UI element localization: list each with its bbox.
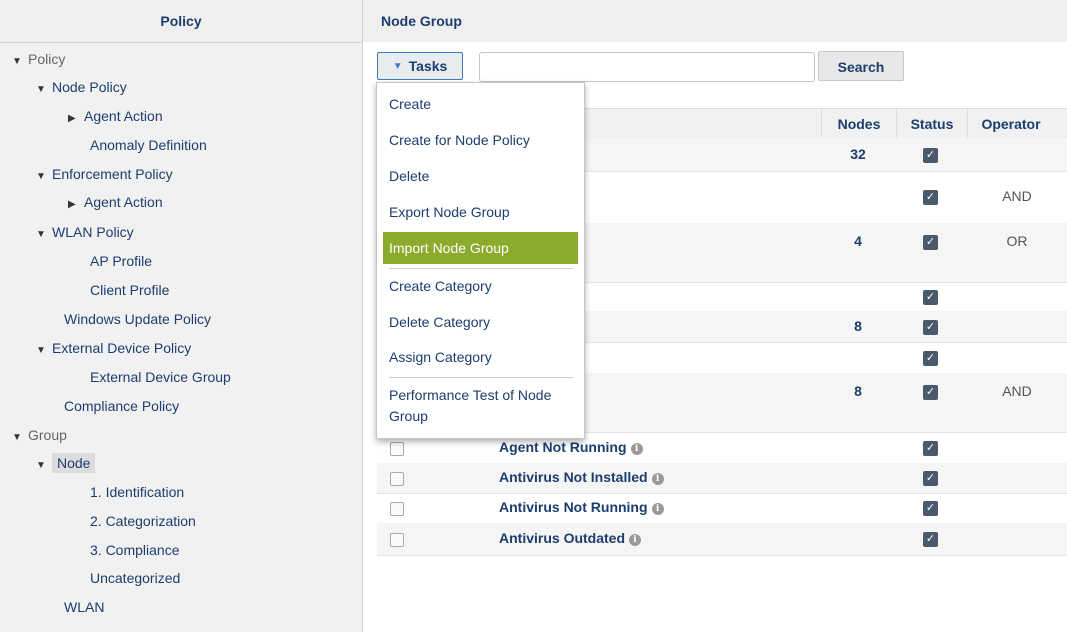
table-row[interactable]: Antivirus Outdated i ✓ [377, 523, 1067, 556]
info-icon[interactable]: i [651, 503, 664, 515]
info-icon[interactable]: i [651, 473, 664, 485]
row-name-link[interactable]: Antivirus Outdated i [499, 530, 642, 546]
tree-item-anomaly-definition[interactable]: Anomaly Definition [90, 134, 207, 156]
tree-item-policy-root[interactable]: ▼ Policy [12, 48, 65, 70]
tree-item-uncategorized[interactable]: Uncategorized [90, 567, 180, 589]
caret-down-icon[interactable]: ▼ [12, 51, 28, 73]
status-checked-icon: ✓ [923, 471, 938, 486]
tree-item-agent-action-2[interactable]: ▶ Agent Action [68, 191, 163, 213]
tree-item-ap-profile[interactable]: AP Profile [90, 250, 152, 272]
row-nodes-count[interactable]: 8 [838, 383, 878, 399]
menu-item-assign-category[interactable]: Assign Category [383, 347, 578, 368]
node-group-header: Node Group [363, 0, 1067, 43]
menu-separator [389, 268, 573, 269]
status-checked-icon: ✓ [923, 235, 938, 250]
row-name-text: Agent Not Running [499, 438, 627, 455]
row-nodes-count[interactable]: 4 [838, 233, 878, 249]
menu-item-performance-test[interactable]: Performance Test of Node Group [383, 385, 573, 427]
search-input[interactable] [479, 52, 815, 82]
tree-item-agent-action[interactable]: ▶ Agent Action [68, 105, 163, 127]
tree-item-client-profile[interactable]: Client Profile [90, 279, 169, 301]
tree-item-windows-update-policy[interactable]: Windows Update Policy [64, 308, 211, 330]
caret-down-icon: ▼ [392, 60, 403, 72]
row-operator: AND [1002, 188, 1032, 204]
row-nodes-count[interactable]: 32 [838, 146, 878, 162]
tree-item-external-device-policy[interactable]: ▼ External Device Policy [36, 337, 191, 359]
row-checkbox[interactable] [390, 441, 404, 456]
row-name-link[interactable]: Antivirus Not Running i [499, 499, 664, 515]
row-name-link[interactable]: Agent Not Running i [499, 439, 643, 455]
column-header-nodes[interactable]: Nodes [821, 109, 896, 139]
tree-item-compliance-policy[interactable]: Compliance Policy [64, 395, 179, 417]
tree-item-compliance[interactable]: 3. Compliance [90, 539, 180, 561]
tree-item-categorization[interactable]: 2. Categorization [90, 510, 196, 532]
row-checkbox[interactable] [390, 472, 404, 486]
tree-item-wlan-policy[interactable]: ▼ WLAN Policy [36, 221, 134, 243]
column-header-status[interactable]: Status [896, 109, 967, 139]
caret-down-icon[interactable]: ▼ [36, 455, 52, 477]
menu-item-create-category[interactable]: Create Category [383, 276, 578, 297]
tree-item-node[interactable]: ▼ Node [36, 452, 96, 477]
caret-down-icon[interactable]: ▼ [36, 224, 52, 246]
status-checked-icon: ✓ [923, 289, 938, 305]
info-icon[interactable]: i [629, 534, 642, 546]
menu-item-export-node-group[interactable]: Export Node Group [383, 202, 578, 223]
caret-down-icon[interactable]: ▼ [36, 79, 52, 101]
caret-down-icon[interactable]: ▼ [12, 427, 28, 449]
status-checked-icon: ✓ [923, 190, 938, 205]
menu-item-create[interactable]: Create [383, 94, 578, 115]
caret-right-icon[interactable]: ▶ [68, 194, 84, 216]
row-nodes-count[interactable]: 8 [838, 318, 878, 334]
row-name-text: Antivirus Not Running [499, 499, 648, 515]
status-checked-icon: ✓ [923, 532, 938, 547]
tree-item-group-root[interactable]: ▼ Group [12, 424, 67, 446]
menu-item-delete[interactable]: Delete [383, 166, 578, 187]
status-checked-icon: ✓ [923, 385, 938, 400]
row-operator: OR [1006, 233, 1028, 249]
menu-item-import-node-group[interactable]: Import Node Group [383, 232, 578, 264]
policy-tree-panel: Policy ▼ Policy ▼ Node Policy ▶ Agent Actio… [0, 0, 363, 632]
column-header-operator[interactable]: Operator [967, 109, 1054, 139]
status-checked-icon: ✓ [923, 501, 938, 516]
tree-item-external-device-group[interactable]: External Device Group [90, 366, 231, 388]
caret-down-icon[interactable]: ▼ [36, 340, 52, 362]
caret-down-icon[interactable]: ▼ [36, 166, 52, 188]
menu-item-create-for-node-policy[interactable]: Create for Node Policy [383, 130, 578, 151]
tasks-button[interactable]: ▼ Tasks [377, 52, 463, 80]
tree-item-identification[interactable]: 1. Identification [90, 481, 184, 503]
status-checked-icon: ✓ [923, 147, 938, 163]
status-checked-icon: ✓ [923, 319, 938, 335]
tree-item-wlan[interactable]: WLAN [64, 596, 104, 618]
row-checkbox[interactable] [390, 502, 404, 516]
menu-separator [389, 377, 573, 378]
menu-item-delete-category[interactable]: Delete Category [383, 312, 578, 333]
tasks-dropdown-menu: Create Create for Node Policy Delete Exp… [376, 82, 585, 439]
status-checked-icon: ✓ [923, 350, 938, 366]
status-checked-icon: ✓ [923, 440, 938, 456]
table-row[interactable]: Antivirus Not Installed i ✓ [377, 463, 1067, 494]
table-row[interactable]: Antivirus Not Running i ✓ [377, 493, 1067, 524]
row-operator: AND [1002, 383, 1032, 399]
policy-panel-header: Policy [0, 0, 362, 43]
row-name-text: Antivirus Not Installed [499, 469, 648, 485]
caret-right-icon[interactable]: ▶ [68, 108, 84, 130]
row-checkbox[interactable] [390, 533, 404, 547]
info-icon[interactable]: i [630, 442, 643, 455]
tree-item-enforcement-policy[interactable]: ▼ Enforcement Policy [36, 163, 173, 185]
row-name-text: Antivirus Outdated [499, 530, 626, 546]
tree-item-node-policy[interactable]: ▼ Node Policy [36, 76, 127, 98]
search-button[interactable]: Search [818, 51, 904, 81]
row-name-link[interactable]: Antivirus Not Installed i [499, 469, 664, 485]
